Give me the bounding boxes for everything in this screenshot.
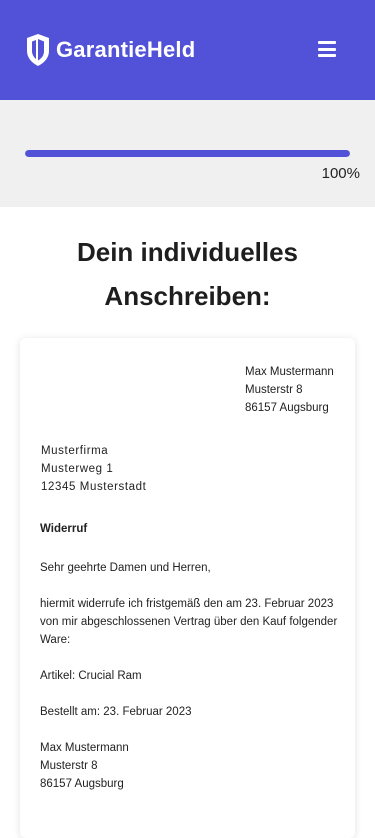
letter-signature: Max Mustermann Musterstr 8 86157 Augsbur…: [40, 739, 129, 793]
page-title-line: Dein individuelles: [76, 237, 299, 267]
page-title-line: Anschreiben:: [104, 281, 271, 311]
letter-body-line: hiermit widerrufe ich fristgemäß den am …: [40, 598, 334, 610]
progress-bar-fill: [25, 150, 350, 157]
letter-subject: Widerruf: [40, 523, 88, 535]
progress-bar: [25, 150, 350, 157]
letter-preview: Max Mustermann Musterstr 8 86157 Augsbur…: [20, 338, 355, 838]
sender-city: 86157 Augsburg: [245, 402, 329, 414]
shield-icon: [27, 34, 49, 66]
letter-greeting: Sehr geehrte Damen und Herren,: [40, 562, 211, 574]
letter-body: hiermit widerrufe ich fristgemäß den am …: [40, 595, 337, 649]
menu-button[interactable]: [318, 41, 336, 57]
recipient-address: Musterfirma Musterweg 1 12345 Musterstad…: [41, 442, 146, 496]
recipient-street: Musterweg 1: [41, 463, 114, 475]
signature-street: Musterstr 8: [40, 760, 98, 772]
sender-street: Musterstr 8: [245, 384, 303, 396]
brand-logo[interactable]: GarantieHeld: [26, 33, 195, 67]
sender-name: Max Mustermann: [245, 366, 334, 378]
recipient-city: 12345 Musterstadt: [41, 481, 147, 493]
brand-name: GarantieHeld: [56, 37, 196, 62]
progress-label: 100%: [321, 165, 360, 182]
letter-article: Artikel: Crucial Ram: [40, 670, 142, 682]
progress-section: 100%: [0, 100, 375, 207]
sender-address: Max Mustermann Musterstr 8 86157 Augsbur…: [245, 363, 334, 417]
letter-body-line: Ware:: [40, 634, 71, 646]
page-title: Dein individuelles Anschreiben:: [0, 230, 375, 318]
app-header: GarantieHeld: [0, 0, 375, 100]
signature-city: 86157 Augsburg: [40, 778, 124, 790]
signature-name: Max Mustermann: [40, 742, 129, 754]
letter-body-line: von mir abgeschlossenen Vertrag über den…: [40, 616, 338, 628]
recipient-name: Musterfirma: [41, 445, 109, 457]
letter-order-date: Bestellt am: 23. Februar 2023: [40, 706, 192, 718]
